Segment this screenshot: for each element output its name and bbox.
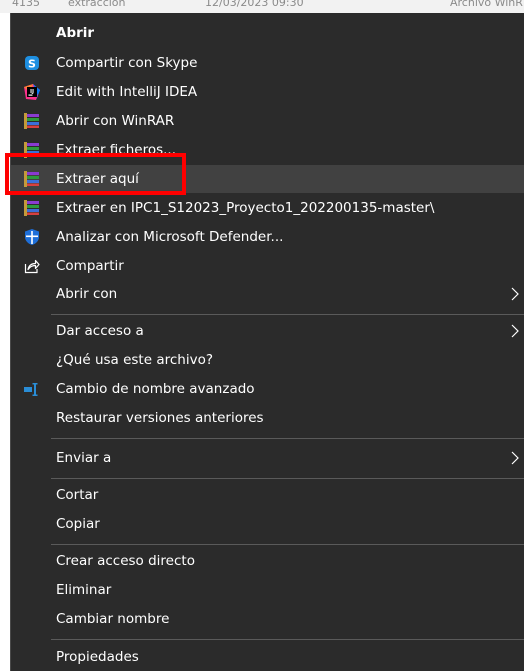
menu-item-label: Analizar con Microsoft Defender... bbox=[56, 229, 284, 245]
menu-separator bbox=[51, 544, 524, 545]
menu-item-label: Restaurar versiones anteriores bbox=[56, 410, 264, 426]
chevron-right-icon bbox=[511, 287, 519, 301]
menu-item-label: Propiedades bbox=[56, 649, 139, 665]
background-file-row: 4135 extracción 12/03/2023 09:30 Archivo… bbox=[0, 0, 524, 13]
menu-item-label: Copiar bbox=[56, 516, 100, 532]
menu-item-label: Enviar a bbox=[56, 450, 112, 466]
background-row-text: 12/03/2023 09:30 bbox=[205, 0, 304, 9]
menu-item-propiedades[interactable]: Propiedades bbox=[11, 643, 524, 671]
rename-icon bbox=[24, 383, 38, 396]
menu-item-eliminar[interactable]: Eliminar bbox=[11, 576, 524, 604]
menu-item-label: Cambiar nombre bbox=[56, 611, 170, 627]
menu-item-label: Cambio de nombre avanzado bbox=[56, 381, 255, 397]
menu-item-label: Dar acceso a bbox=[56, 323, 144, 339]
chevron-right-icon bbox=[511, 451, 519, 465]
menu-item-cambio-de-nombre-avanzado[interactable]: Cambio de nombre avanzado bbox=[11, 375, 524, 403]
share-icon bbox=[24, 259, 40, 274]
svg-text:S: S bbox=[28, 58, 36, 71]
background-row-text: 4135 bbox=[12, 0, 40, 9]
menu-item-label: Compartir con Skype bbox=[56, 55, 198, 71]
context-menu: Abrir S Compartir con Skype IJ Edit with… bbox=[10, 13, 524, 671]
annotation-highlight-box bbox=[5, 153, 186, 195]
background-row-text: Archivo WinR bbox=[450, 0, 523, 9]
menu-item-label: Eliminar bbox=[56, 582, 112, 598]
background-row-text: extracción bbox=[68, 0, 126, 9]
menu-item-analizar-con-defender[interactable]: Analizar con Microsoft Defender... bbox=[11, 223, 524, 251]
menu-item-enviar-a[interactable]: Enviar a bbox=[11, 444, 524, 472]
winrar-icon bbox=[24, 200, 39, 216]
menu-separator bbox=[51, 314, 524, 315]
menu-item-restaurar-versiones[interactable]: Restaurar versiones anteriores bbox=[11, 404, 524, 432]
menu-item-label: Compartir bbox=[56, 258, 124, 274]
menu-item-cambiar-nombre[interactable]: Cambiar nombre bbox=[11, 605, 524, 633]
menu-item-label: Abrir con WinRAR bbox=[56, 113, 175, 129]
chevron-right-icon bbox=[511, 324, 519, 338]
menu-item-que-usa-este-archivo[interactable]: ¿Qué usa este archivo? bbox=[11, 346, 524, 374]
svg-text:IJ: IJ bbox=[30, 89, 34, 95]
menu-item-abrir[interactable]: Abrir bbox=[11, 19, 524, 47]
menu-item-label: Abrir bbox=[56, 25, 95, 41]
menu-item-label: Crear acceso directo bbox=[56, 553, 195, 569]
menu-item-edit-with-intellij[interactable]: IJ Edit with IntelliJ IDEA bbox=[11, 78, 524, 106]
menu-separator bbox=[51, 438, 524, 439]
menu-item-abrir-con[interactable]: Abrir con bbox=[11, 280, 524, 308]
menu-item-label: Cortar bbox=[56, 487, 99, 503]
menu-item-copiar[interactable]: Copiar bbox=[11, 510, 524, 538]
menu-separator bbox=[51, 639, 524, 640]
menu-item-label: Edit with IntelliJ IDEA bbox=[56, 84, 198, 100]
menu-item-crear-acceso-directo[interactable]: Crear acceso directo bbox=[11, 547, 524, 575]
menu-item-dar-acceso-a[interactable]: Dar acceso a bbox=[11, 317, 524, 345]
menu-separator bbox=[51, 478, 524, 479]
menu-item-abrir-con-winrar[interactable]: Abrir con WinRAR bbox=[11, 107, 524, 135]
skype-icon: S bbox=[25, 56, 39, 71]
intellij-icon: IJ bbox=[24, 84, 40, 100]
menu-item-extraer-en-carpeta[interactable]: Extraer en IPC1_S12023_Proyecto1_2022001… bbox=[11, 194, 524, 222]
defender-shield-icon bbox=[25, 229, 39, 245]
menu-item-compartir-con-skype[interactable]: S Compartir con Skype bbox=[11, 49, 524, 77]
menu-item-cortar[interactable]: Cortar bbox=[11, 481, 524, 509]
menu-item-label: Extraer en IPC1_S12023_Proyecto1_2022001… bbox=[56, 200, 435, 216]
menu-item-compartir[interactable]: Compartir bbox=[11, 252, 524, 280]
menu-item-label: ¿Qué usa este archivo? bbox=[56, 352, 213, 368]
winrar-icon bbox=[24, 113, 39, 129]
menu-item-label: Abrir con bbox=[56, 286, 118, 302]
